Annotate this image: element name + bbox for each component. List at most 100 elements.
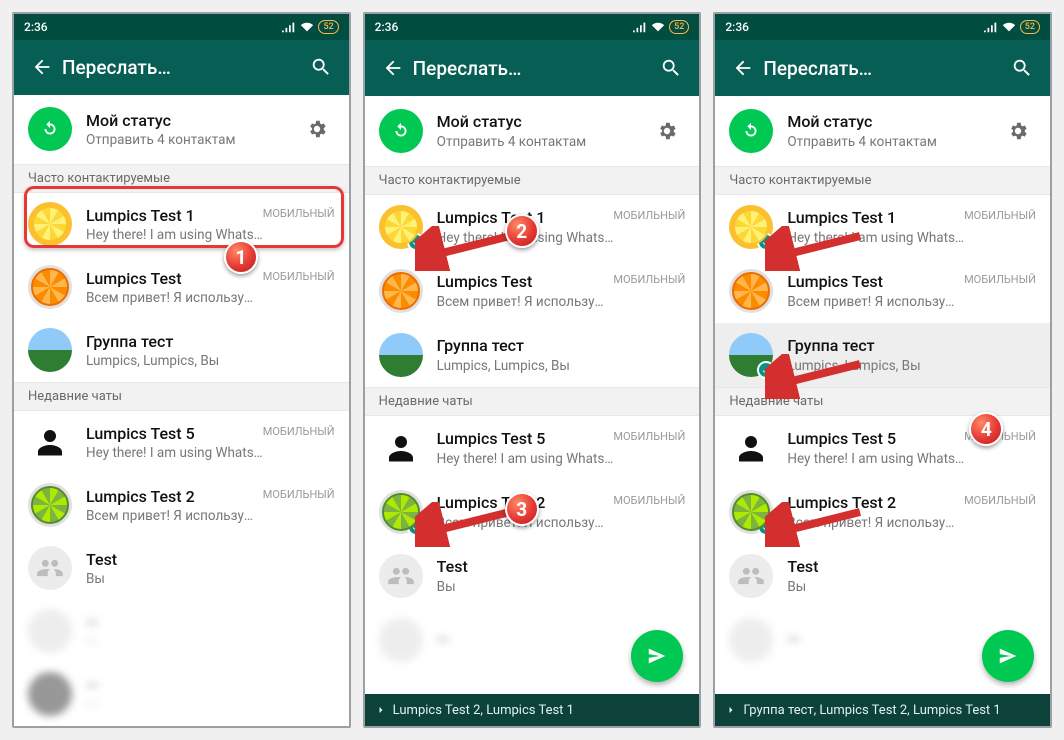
selected-check-icon [407, 518, 425, 536]
contact-name: Lumpics Test [86, 269, 263, 288]
contact-name: Test [787, 557, 1036, 576]
phone-type: МОБИЛЬНЫЙ [613, 494, 685, 507]
app-bar: Переслать… [365, 40, 700, 96]
contact-status: Вы [86, 571, 335, 587]
contact-status: Вы [787, 579, 1036, 595]
contact-status: Hey there! I am using WhatsApp. [86, 445, 263, 461]
send-icon [646, 645, 668, 667]
contact-lumpics-test-2[interactable]: Lumpics Test 2 Всем привет! Я использую … [365, 480, 700, 544]
selection-text: Группа тест, Lumpics Test 2, Lumpics Tes… [743, 703, 1000, 718]
contact-lumpics-test-2[interactable]: Lumpics Test 2 Всем привет! Я использую … [715, 480, 1050, 544]
contact-status: Всем привет! Я использую WhatsApp. [787, 515, 964, 531]
gear-icon [306, 118, 328, 140]
person-icon [733, 430, 769, 466]
screen-title: Переслать… [763, 57, 1002, 80]
contact-name: Lumpics Test 2 [86, 487, 263, 506]
screen-1: 2:36 52 Переслать… Мой статус Отправить … [12, 12, 351, 728]
contact-status: Hey there! I am using WhatsApp. [437, 451, 614, 467]
search-icon [1011, 57, 1033, 79]
contact-lumpics-test[interactable]: Lumpics Test Всем привет! Я использую Wh… [14, 256, 349, 319]
contact-status: Всем привет! Я использую WhatsApp. [787, 294, 964, 310]
contact-lumpics-test-1[interactable]: Lumpics Test 1 Hey there! I am using Wha… [365, 195, 700, 259]
screen-2: 2:36 52 Переслать… Мой статус Отправить … [363, 12, 702, 728]
screen-3: 2:36 52 Переслать… Мой статус Отправить … [713, 12, 1052, 728]
arrow-left-icon [732, 57, 754, 79]
gear-icon [1007, 120, 1029, 142]
status-settings-button[interactable] [649, 113, 685, 149]
search-button[interactable] [301, 47, 341, 87]
status-bar: 2:36 52 [14, 14, 349, 40]
contact-group-test[interactable]: Группа тест Lumpics, Lumpics, Вы [715, 323, 1050, 387]
avatar-landscape [729, 333, 773, 377]
avatar-orange [729, 269, 773, 313]
contact-status: Lumpics, Lumpics, Вы [787, 358, 1036, 374]
avatar-lemon [729, 205, 773, 249]
status-bar: 2:36 52 [715, 14, 1050, 40]
contact-status: Всем привет! Я использую WhatsApp. [437, 294, 614, 310]
contact-test[interactable]: Test Вы [14, 537, 349, 600]
contact-test[interactable]: Test Вы [365, 544, 700, 608]
section-frequent: Часто контактируемые [14, 164, 349, 193]
contact-name: Lumpics Test 2 [437, 493, 614, 512]
contact-lumpics-test-5[interactable]: Lumpics Test 5 Hey there! I am using Wha… [14, 411, 349, 474]
my-status-row[interactable]: Мой статус Отправить 4 контактам [14, 95, 349, 164]
search-button[interactable] [1002, 48, 1042, 88]
contact-name: Группа тест [787, 336, 1036, 355]
contact-lumpics-test-5[interactable]: Lumpics Test 5 Hey there! I am using Wha… [715, 416, 1050, 480]
contact-blurred[interactable]: —— [14, 663, 349, 726]
arrow-left-icon [382, 57, 404, 79]
app-bar: Переслать… [715, 40, 1050, 96]
avatar-person [28, 420, 72, 464]
back-button[interactable] [373, 48, 413, 88]
contact-group-test[interactable]: Группа тест Lumpics, Lumpics, Вы [365, 323, 700, 387]
contact-name: Группа тест [437, 336, 686, 355]
my-status-subtitle: Отправить 4 контактам [437, 134, 650, 150]
contact-name: Lumpics Test 1 [437, 208, 614, 227]
avatar-blurred [28, 609, 72, 653]
chevron-right-icon [375, 704, 387, 716]
contact-name: Lumpics Test 5 [437, 429, 614, 448]
my-status-subtitle: Отправить 4 контактам [787, 134, 1000, 150]
avatar-lemon [379, 205, 423, 249]
avatar-group [28, 546, 72, 590]
clock: 2:36 [24, 20, 48, 34]
contact-status: Hey there! I am using WhatsApp. [86, 227, 263, 243]
contact-lumpics-test-1[interactable]: Lumpics Test 1 Hey there! I am using Wha… [14, 193, 349, 256]
search-button[interactable] [651, 48, 691, 88]
status-settings-button[interactable] [1000, 113, 1036, 149]
back-button[interactable] [22, 47, 62, 87]
my-status-title: Мой статус [86, 111, 299, 130]
my-status-row[interactable]: Мой статус Отправить 4 контактам [715, 96, 1050, 166]
status-avatar [379, 109, 423, 153]
phone-type: МОБИЛЬНЫЙ [263, 488, 335, 501]
send-fab[interactable] [982, 630, 1034, 682]
section-frequent: Часто контактируемые [715, 166, 1050, 195]
person-icon [32, 424, 68, 460]
send-fab[interactable] [631, 630, 683, 682]
phone-type: МОБИЛЬНЫЙ [964, 209, 1036, 222]
screen-title: Переслать… [62, 56, 301, 79]
contact-status: Lumpics, Lumpics, Вы [437, 358, 686, 374]
contact-lumpics-test[interactable]: Lumpics Test Всем привет! Я использую Wh… [365, 259, 700, 323]
contact-status: Hey there! I am using WhatsApp. [787, 230, 964, 246]
contact-lumpics-test-1[interactable]: Lumpics Test 1 Hey there! I am using Wha… [715, 195, 1050, 259]
contact-blurred[interactable]: —— [14, 600, 349, 663]
selected-check-icon [757, 233, 775, 251]
wifi-icon [651, 21, 665, 33]
contact-name: Lumpics Test 5 [86, 424, 263, 443]
wifi-icon [1002, 21, 1016, 33]
status-settings-button[interactable] [299, 111, 335, 147]
section-recent: Недавние чаты [365, 387, 700, 416]
avatar-lime [729, 490, 773, 534]
back-button[interactable] [723, 48, 763, 88]
contact-name: Lumpics Test 5 [787, 429, 964, 448]
my-status-row[interactable]: Мой статус Отправить 4 контактам [365, 96, 700, 166]
my-status-title: Мой статус [787, 112, 1000, 131]
phone-type: МОБИЛЬНЫЙ [263, 207, 335, 220]
contact-lumpics-test[interactable]: Lumpics Test Всем привет! Я использую Wh… [715, 259, 1050, 323]
contact-lumpics-test-5[interactable]: Lumpics Test 5 Hey there! I am using Wha… [365, 416, 700, 480]
contact-test[interactable]: Test Вы [715, 544, 1050, 608]
selection-bar: Группа тест, Lumpics Test 2, Lumpics Tes… [715, 694, 1050, 726]
contact-lumpics-test-2[interactable]: Lumpics Test 2 Всем привет! Я использую … [14, 474, 349, 537]
contact-group-test[interactable]: Группа тест Lumpics, Lumpics, Вы [14, 319, 349, 382]
